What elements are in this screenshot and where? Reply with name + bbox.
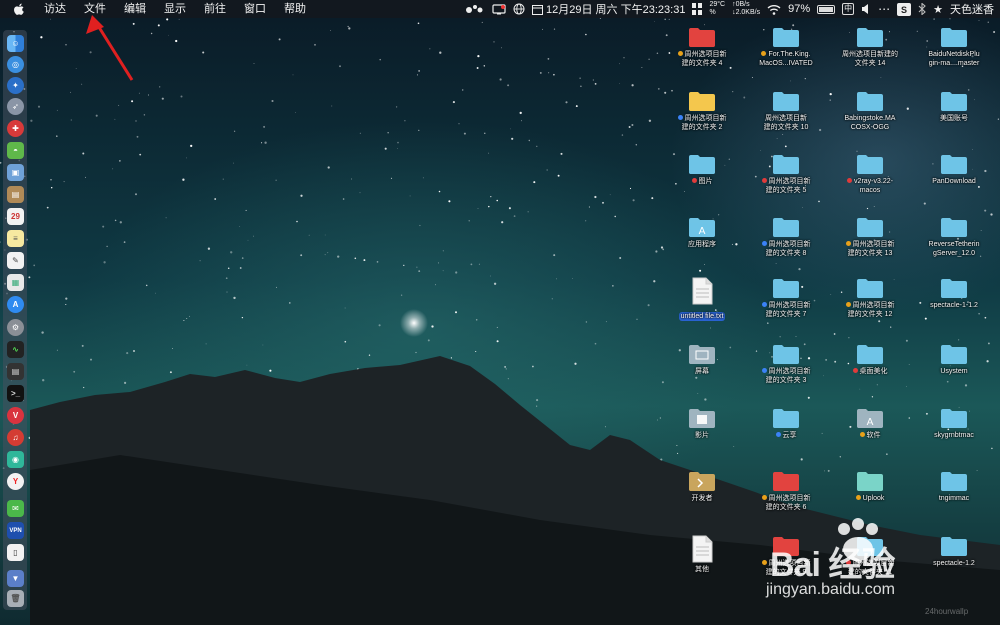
watermark-brand: Bai 经验 [770,546,895,584]
wallpaper-credit: 24hourwallp [925,607,969,616]
baidu-watermark: Bai 经验 jingyan.baidu.com 24hourwallp [760,515,1000,625]
watermark-url: jingyan.baidu.com [766,581,895,598]
